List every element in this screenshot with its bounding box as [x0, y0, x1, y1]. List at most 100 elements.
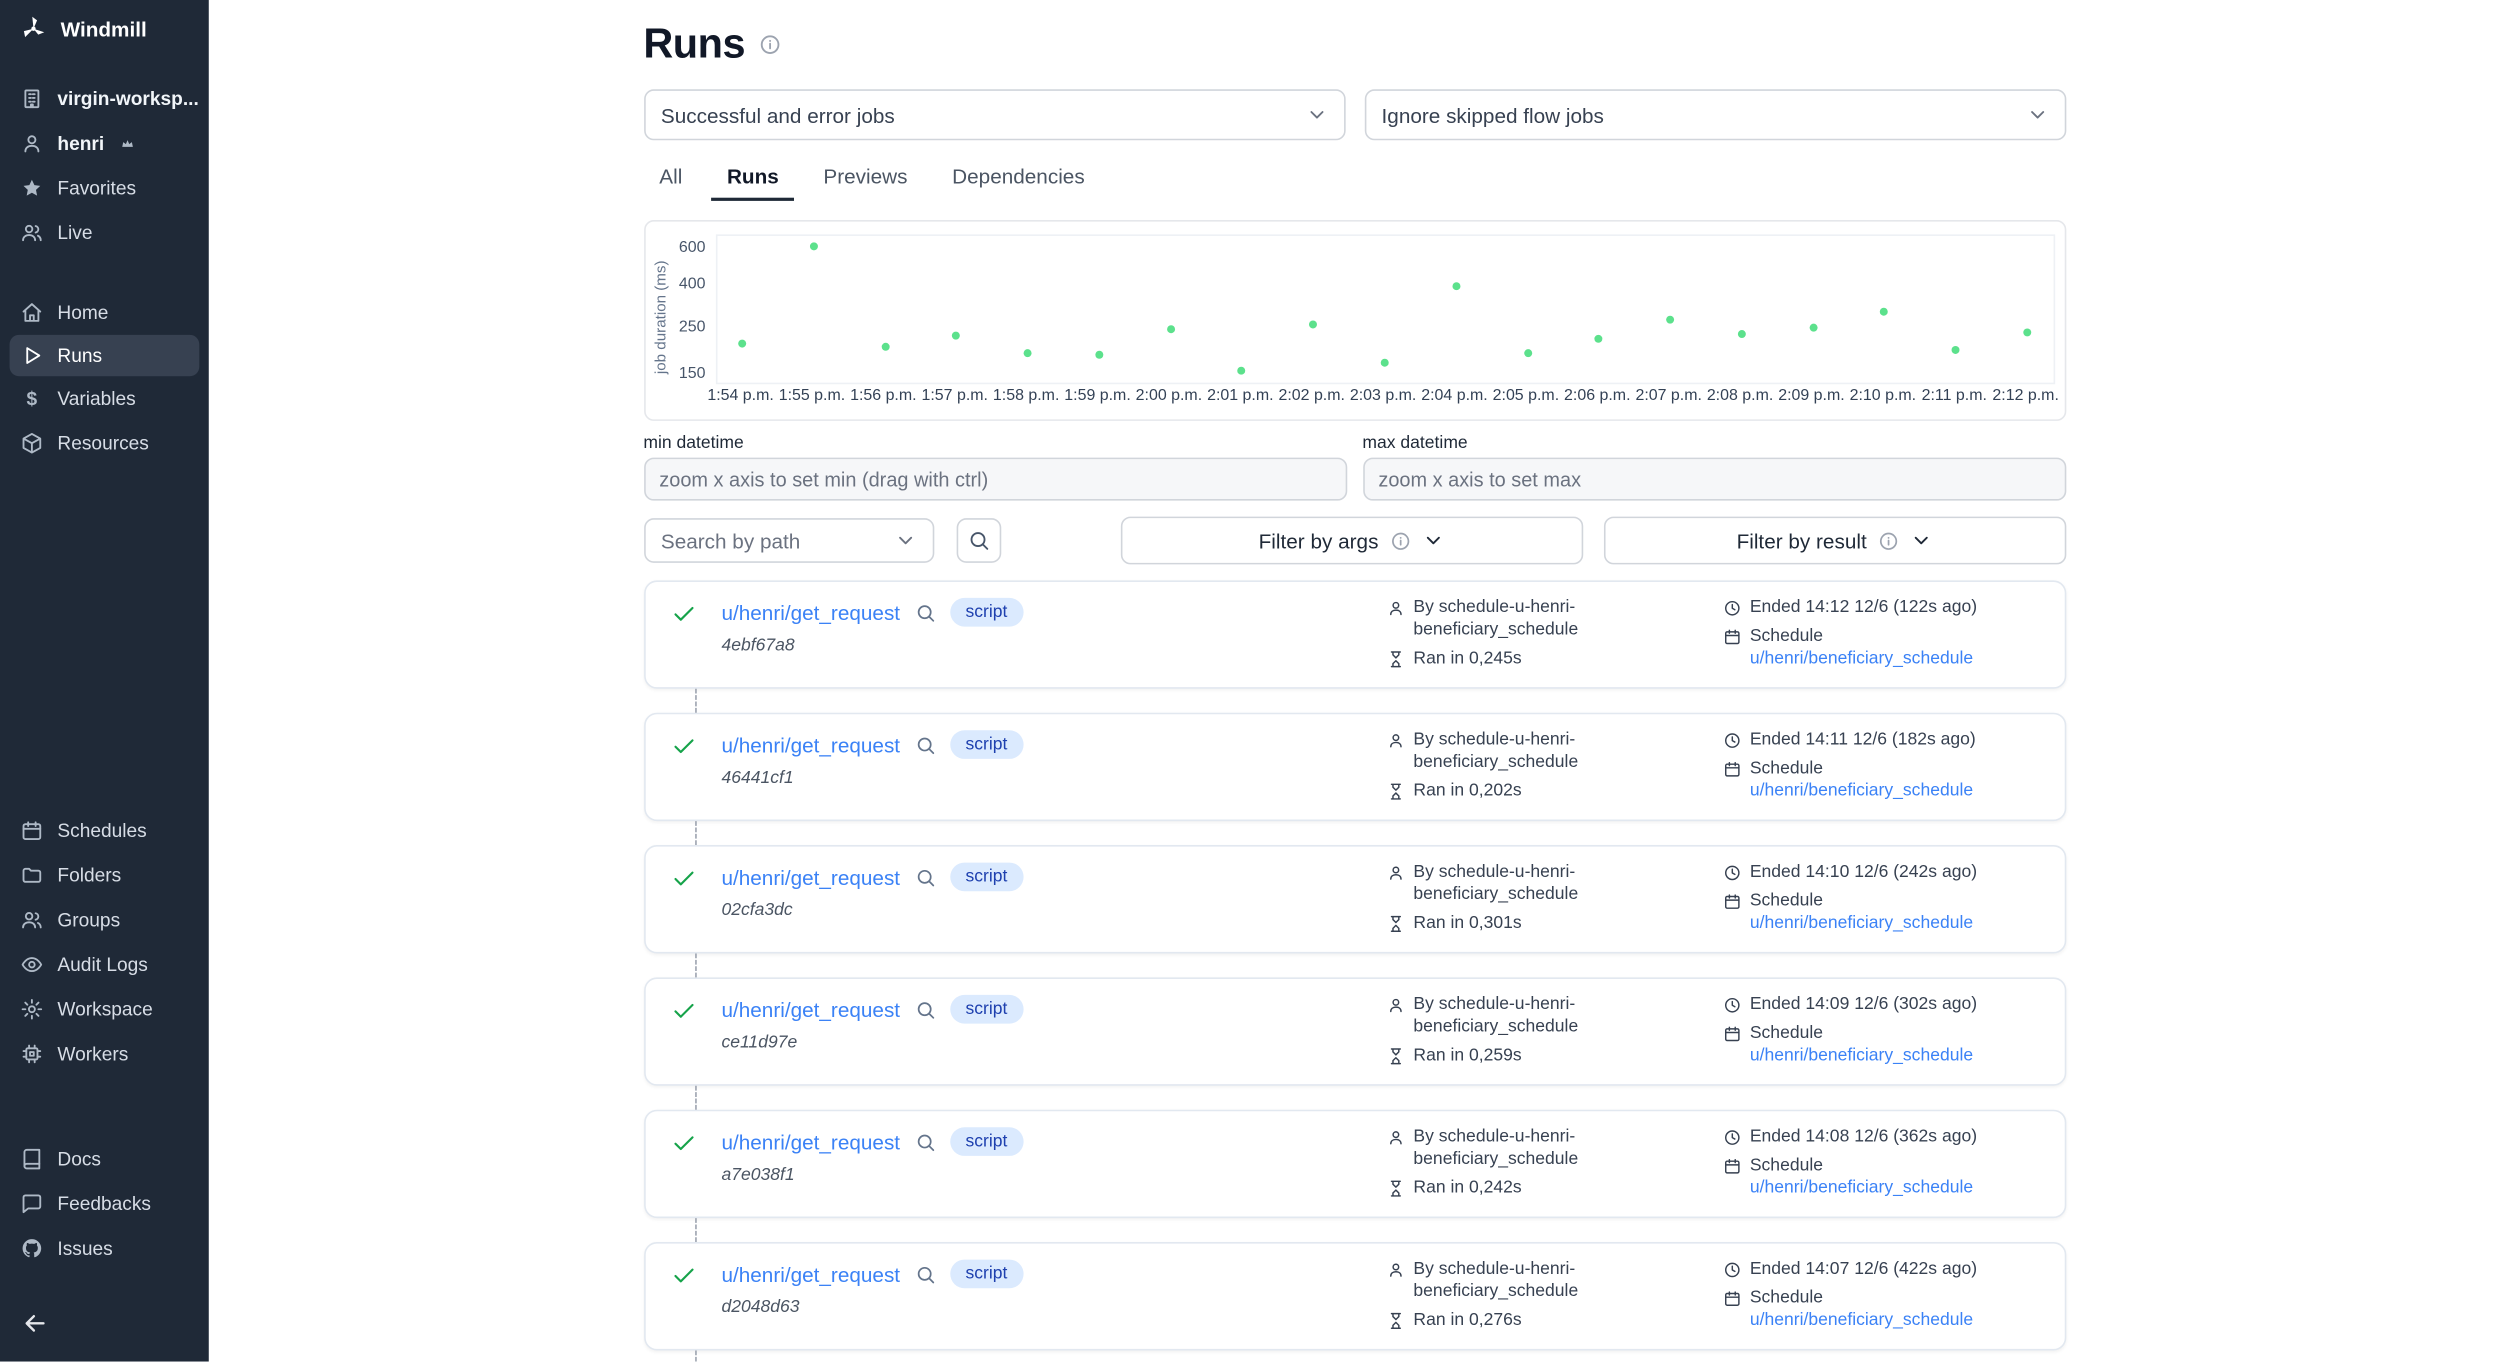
tab-all[interactable]: All [643, 155, 698, 201]
filter-by-args-button[interactable]: Filter by args [1120, 517, 1582, 565]
run-duration-text: Ran in 0,242s [1413, 1177, 1521, 1199]
search-by-path-select[interactable]: Search by path [643, 518, 933, 563]
inspect-run-icon[interactable] [914, 734, 935, 755]
sidebar-item-variables[interactable]: $Variables [0, 376, 209, 421]
sidebar-item-virgin-worksp-[interactable]: virgin-worksp... [0, 77, 209, 122]
run-path-link[interactable]: u/henri/get_request [721, 865, 900, 889]
dollar-icon: $ [21, 387, 43, 409]
schedule-link[interactable]: u/henri/beneficiary_schedule [1750, 780, 1973, 799]
info-icon [1878, 530, 1899, 551]
inspect-run-icon[interactable] [914, 1264, 935, 1285]
calendar-icon [1723, 1025, 1741, 1043]
sidebar-item-home[interactable]: Home [0, 290, 209, 335]
run-ended-text: Ended 14:07 12/6 (422s ago) [1750, 1260, 1977, 1282]
chevron-down-icon [1305, 104, 1327, 126]
run-trigger-info: By schedule-u-henri-beneficiary_schedule… [1386, 598, 1697, 670]
sidebar-item-issues[interactable]: Issues [0, 1226, 209, 1271]
collapse-sidebar-icon[interactable] [21, 1309, 50, 1338]
run-card[interactable]: u/henri/get_request script d2048d63 By s… [643, 1242, 2065, 1350]
sidebar-item-feedbacks[interactable]: Feedbacks [0, 1181, 209, 1226]
windmill-logo-icon [19, 14, 48, 43]
schedule-link[interactable]: u/henri/beneficiary_schedule [1750, 913, 1973, 932]
tab-runs[interactable]: Runs [711, 155, 795, 201]
run-path-link[interactable]: u/henri/get_request [721, 997, 900, 1021]
run-card[interactable]: u/henri/get_request script 02cfa3dc By s… [643, 845, 2065, 953]
sidebar-item-label: Schedules [57, 820, 146, 842]
run-path-link[interactable]: u/henri/get_request [721, 1262, 900, 1286]
run-card[interactable]: u/henri/get_request script ce11d97e By s… [643, 977, 2065, 1085]
run-card[interactable]: u/henri/get_request script 46441cf1 By s… [643, 713, 2065, 821]
search-button[interactable] [956, 518, 1001, 563]
success-check-icon [670, 601, 696, 627]
schedule-link[interactable]: u/henri/beneficiary_schedule [1750, 1310, 1973, 1329]
sidebar-nav-section: HomeRuns$VariablesResources [0, 290, 209, 465]
job-filter-row: Successful and error jobs Ignore skipped… [643, 89, 2065, 140]
sidebar-item-groups[interactable]: Groups [0, 898, 209, 943]
run-path-link[interactable]: u/henri/get_request [721, 600, 900, 624]
info-icon[interactable] [759, 33, 781, 55]
schedule-link[interactable]: u/henri/beneficiary_schedule [1750, 1177, 1973, 1196]
sidebar-item-favorites[interactable]: Favorites [0, 166, 209, 211]
run-ended-text: Ended 14:12 12/6 (122s ago) [1750, 598, 1977, 620]
filter-by-result-button[interactable]: Filter by result [1603, 517, 2065, 565]
run-list: u/henri/get_request script 4ebf67a8 By s… [643, 580, 2065, 1361]
run-card[interactable]: u/henri/get_request script 4ebf67a8 By s… [643, 580, 2065, 688]
schedule-link[interactable]: u/henri/beneficiary_schedule [1750, 648, 1973, 667]
runs-duration-chart[interactable]: job duration (ms) 6004002501501:54 p.m.1… [643, 220, 2065, 421]
run-main: u/henri/get_request script 02cfa3dc [721, 863, 1360, 920]
tab-dependencies[interactable]: Dependencies [936, 155, 1100, 201]
clock-icon [1723, 1129, 1741, 1147]
tab-previews[interactable]: Previews [807, 155, 923, 201]
gear-icon [21, 998, 43, 1020]
schedule-link[interactable]: u/henri/beneficiary_schedule [1750, 1045, 1973, 1064]
inspect-run-icon[interactable] [914, 1131, 935, 1152]
triggered-by-text: By schedule-u-henri-beneficiary_schedule [1413, 1127, 1601, 1171]
sidebar-item-runs[interactable]: Runs [10, 335, 200, 376]
chart-plot-area[interactable] [715, 234, 2054, 384]
triggered-by-text: By schedule-u-henri-beneficiary_schedule [1413, 1260, 1601, 1304]
run-trigger-info: By schedule-u-henri-beneficiary_schedule… [1386, 995, 1697, 1067]
min-datetime-input[interactable] [643, 458, 1346, 501]
max-datetime-input[interactable] [1362, 458, 2065, 501]
script-badge: script [950, 1127, 1024, 1156]
sidebar-item-live[interactable]: Live [0, 210, 209, 255]
run-main: u/henri/get_request script 4ebf67a8 [721, 598, 1360, 655]
run-path-link[interactable]: u/henri/get_request [721, 1130, 900, 1154]
run-card[interactable]: u/henri/get_request script a7e038f1 By s… [643, 1110, 2065, 1218]
success-check-icon [670, 866, 696, 892]
sidebar-item-label: Audit Logs [57, 953, 147, 975]
schedule-prefix: Schedule [1750, 626, 1823, 645]
sidebar-item-label: Docs [57, 1148, 101, 1170]
job-kind-select[interactable]: Successful and error jobs [643, 89, 1345, 140]
hourglass-icon [1386, 782, 1404, 800]
skipped-flow-select[interactable]: Ignore skipped flow jobs [1364, 89, 2066, 140]
chart-y-tick: 600 [648, 239, 705, 257]
sidebar-item-schedules[interactable]: Schedules [0, 808, 209, 853]
run-main: u/henri/get_request script a7e038f1 [721, 1127, 1360, 1184]
inspect-run-icon[interactable] [914, 867, 935, 888]
sidebar-item-henri[interactable]: henri [0, 121, 209, 166]
package-icon [21, 432, 43, 454]
sidebar-item-resources[interactable]: Resources [0, 421, 209, 466]
sidebar-item-folders[interactable]: Folders [0, 853, 209, 898]
chart-x-tick: 2:12 p.m. [1978, 387, 2074, 405]
run-trigger-info: By schedule-u-henri-beneficiary_schedule… [1386, 1260, 1697, 1332]
inspect-run-icon[interactable] [914, 602, 935, 623]
inspect-run-icon[interactable] [914, 999, 935, 1020]
run-id: 46441cf1 [721, 768, 1360, 787]
search-by-path-value: Search by path [661, 529, 800, 553]
sidebar-item-label: virgin-worksp... [57, 88, 198, 110]
sidebar-item-workers[interactable]: Workers [0, 1032, 209, 1077]
run-trigger-info: By schedule-u-henri-beneficiary_schedule… [1386, 863, 1697, 935]
chart-data-point [1666, 315, 1674, 323]
datetime-filter-row: min datetime max datetime [643, 434, 2065, 501]
run-ended-text: Ended 14:08 12/6 (362s ago) [1750, 1127, 1977, 1149]
sidebar-item-docs[interactable]: Docs [0, 1137, 209, 1182]
run-path-link[interactable]: u/henri/get_request [721, 733, 900, 757]
sidebar-item-audit-logs[interactable]: Audit Logs [0, 942, 209, 987]
sidebar-item-workspace[interactable]: Workspace [0, 987, 209, 1032]
schedule-prefix: Schedule [1750, 759, 1823, 778]
user-icon [21, 132, 43, 154]
clock-icon [1723, 599, 1741, 617]
app-logo[interactable]: Windmill [0, 0, 209, 57]
